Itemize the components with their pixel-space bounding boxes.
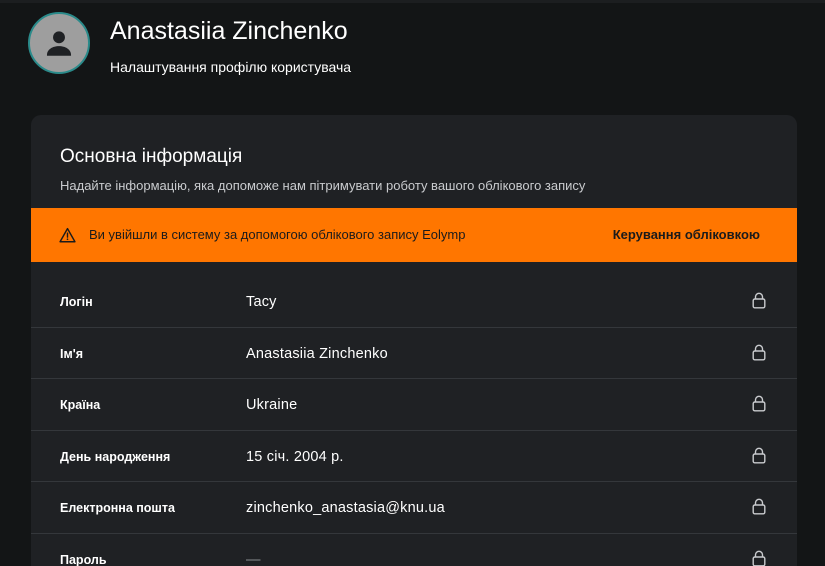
lock-icon: [752, 498, 766, 515]
field-label: День народження: [60, 449, 171, 464]
field-row-login[interactable]: Логін Tacy: [31, 276, 797, 328]
lock-icon: [752, 395, 766, 412]
lock-icon: [752, 447, 766, 464]
person-icon: [46, 31, 72, 56]
profile-header: Anastasiia Zinchenko Налаштування профіл…: [28, 12, 351, 75]
field-value: zinchenko_anastasia@knu.ua: [246, 500, 445, 516]
field-value: Anastasiia Zinchenko: [246, 345, 388, 362]
field-row-country[interactable]: Країна Ukraine: [31, 379, 797, 431]
field-label: Електронна пошта: [60, 501, 175, 515]
field-label: Країна: [60, 398, 101, 412]
header-text: Anastasiia Zinchenko Налаштування профіл…: [110, 16, 351, 75]
field-value: —: [246, 551, 261, 566]
basic-info-card: Основна інформація Надайте інформацію, я…: [31, 115, 797, 566]
field-value: 15 січ. 2004 р.: [246, 448, 344, 465]
field-row-name[interactable]: Ім'я Anastasiia Zinchenko: [31, 328, 797, 379]
field-row-birthday[interactable]: День народження 15 січ. 2004 р.: [31, 431, 797, 482]
field-value: Tacy: [246, 294, 277, 310]
profile-fields: Логін Tacy Ім'я Anastasiia Zinchenko Кра…: [31, 276, 797, 566]
field-row-email[interactable]: Електронна пошта zinchenko_anastasia@knu…: [31, 482, 797, 534]
lock-icon: [752, 344, 766, 361]
lock-icon: [752, 292, 766, 309]
field-label: Ім'я: [60, 346, 83, 361]
card-title: Основна інформація: [60, 146, 243, 167]
field-row-password[interactable]: Пароль —: [31, 534, 797, 566]
avatar[interactable]: [28, 12, 90, 74]
lock-icon: [752, 550, 766, 566]
manage-account-link[interactable]: Керування обліковкою: [613, 227, 760, 243]
alert-message: Ви увійшли в систему за допомогою обліко…: [89, 227, 466, 242]
page-subtitle: Налаштування профілю користувача: [110, 59, 352, 75]
warning-icon: [59, 227, 76, 243]
field-value: Ukraine: [246, 397, 298, 413]
user-name: Anastasiia Zinchenko: [110, 17, 348, 45]
top-edge: [0, 0, 825, 3]
card-description: Надайте інформацію, яка допоможе нам піт…: [60, 178, 586, 193]
field-label: Логін: [60, 295, 93, 309]
field-label: Пароль: [60, 552, 107, 566]
account-alert: Ви увійшли в систему за допомогою обліко…: [31, 208, 797, 262]
